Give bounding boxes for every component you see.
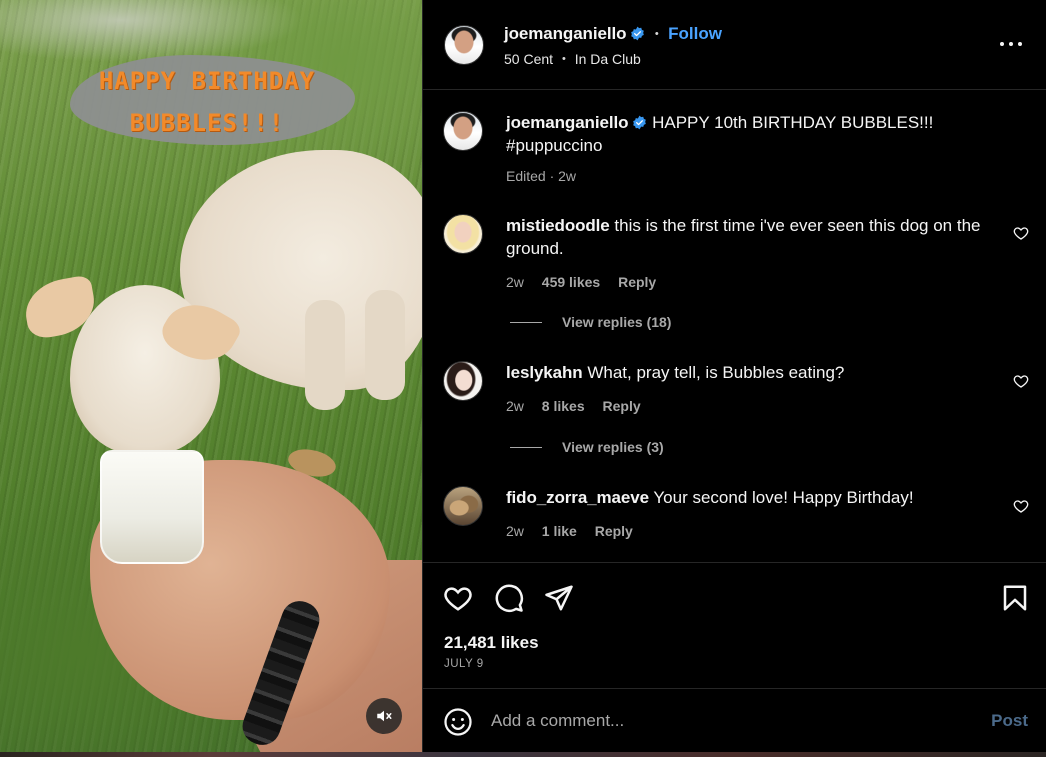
- comment-likes[interactable]: 1 like: [542, 523, 577, 539]
- replies-divider: [510, 321, 542, 323]
- heart-icon[interactable]: [443, 583, 473, 613]
- avatar[interactable]: [443, 214, 483, 254]
- view-replies-button[interactable]: View replies (18): [510, 314, 671, 330]
- comment-meta: 2w 1 like Reply: [506, 520, 1006, 543]
- heart-icon[interactable]: [1013, 225, 1029, 241]
- avatar[interactable]: [443, 111, 483, 151]
- audio-line[interactable]: 50 Cent • In Da Club: [504, 51, 641, 67]
- view-replies-button[interactable]: View replies (3): [510, 439, 664, 455]
- comment-age: 2w: [506, 523, 524, 539]
- comment-body: fido_zorra_maeve Your second love! Happy…: [506, 486, 1006, 543]
- post-actions: 21,481 likes JULY 9: [423, 562, 1046, 688]
- audio-artist: 50 Cent: [504, 51, 554, 67]
- emoji-smiley-icon[interactable]: [443, 707, 473, 737]
- comment-likes[interactable]: 459 likes: [542, 274, 600, 290]
- replies-divider: [510, 446, 542, 448]
- comment-likes[interactable]: 8 likes: [542, 398, 585, 414]
- post-details-panel: joemanganiello • Follow 50 Cent • In Da …: [422, 0, 1046, 752]
- verified-badge-icon: [633, 115, 647, 130]
- caption-edited-age: Edited · 2w: [506, 168, 577, 184]
- caption-meta: Edited · 2w: [506, 165, 1006, 188]
- overlay-text-line2: BUBBLES!!!: [129, 109, 285, 137]
- comment-meta: 2w 459 likes Reply: [506, 271, 1006, 294]
- view-replies-label: View replies (18): [562, 314, 672, 330]
- separator-dot: •: [654, 28, 659, 40]
- comment-username[interactable]: leslykahn: [506, 363, 583, 382]
- post-media[interactable]: HAPPY BIRTHDAY BUBBLES!!!: [0, 0, 422, 752]
- heart-icon[interactable]: [1013, 498, 1029, 514]
- overlay-text-line1: HAPPY BIRTHDAY: [98, 67, 316, 95]
- comment-username[interactable]: mistiedoodle: [506, 216, 610, 235]
- avatar[interactable]: [443, 486, 483, 526]
- reply-button[interactable]: Reply: [595, 523, 633, 539]
- reply-button[interactable]: Reply: [618, 274, 656, 290]
- comment-bubble-icon[interactable]: [494, 583, 524, 613]
- mute-toggle-button[interactable]: [366, 698, 402, 734]
- post-header: joemanganiello • Follow 50 Cent • In Da …: [423, 0, 1046, 90]
- caption-body: joemanganiello HAPPY 10th BIRTHDAY BUBBL…: [506, 111, 1006, 188]
- bottom-strip: [0, 752, 1046, 757]
- bookmark-icon[interactable]: [1000, 583, 1030, 613]
- audio-track: In Da Club: [574, 51, 641, 67]
- post-button[interactable]: Post: [991, 711, 1028, 731]
- header-user-line: joemanganiello • Follow: [504, 24, 722, 44]
- comment-age: 2w: [506, 274, 524, 290]
- paper-plane-icon[interactable]: [544, 583, 574, 613]
- more-options-icon[interactable]: [1000, 38, 1022, 50]
- comment-text: What, pray tell, is Bubbles eating?: [587, 363, 845, 382]
- avatar[interactable]: [444, 25, 484, 65]
- verified-badge-icon: [631, 26, 645, 41]
- header-username[interactable]: joemanganiello: [504, 24, 626, 43]
- heart-icon[interactable]: [1013, 373, 1029, 389]
- overlay-text: HAPPY BIRTHDAY BUBBLES!!!: [72, 60, 342, 144]
- separator-dot: •: [561, 53, 566, 65]
- dog-leg: [365, 290, 405, 400]
- comments-list: joemanganiello HAPPY 10th BIRTHDAY BUBBL…: [423, 90, 1046, 562]
- comment-username[interactable]: fido_zorra_maeve: [506, 488, 649, 507]
- avatar[interactable]: [443, 361, 483, 401]
- comment-input[interactable]: [491, 707, 941, 735]
- comment-age: 2w: [506, 398, 524, 414]
- reply-button[interactable]: Reply: [603, 398, 641, 414]
- comment-text: Your second love! Happy Birthday!: [653, 488, 914, 507]
- dog-leg: [305, 300, 345, 410]
- follow-button[interactable]: Follow: [668, 24, 722, 43]
- post-date: JULY 9: [444, 658, 484, 670]
- comment-body: leslykahn What, pray tell, is Bubbles ea…: [506, 361, 1006, 418]
- puppuccino-cup: [100, 450, 204, 564]
- caption-username[interactable]: joemanganiello: [506, 113, 628, 132]
- comment-meta: 2w 8 likes Reply: [506, 395, 1006, 418]
- comment-composer: Post: [423, 688, 1046, 752]
- likes-count[interactable]: 21,481 likes: [444, 633, 539, 653]
- speaker-muted-icon: [377, 710, 392, 722]
- view-replies-label: View replies (3): [562, 439, 664, 455]
- comment-body: mistiedoodle this is the first time i've…: [506, 214, 1006, 294]
